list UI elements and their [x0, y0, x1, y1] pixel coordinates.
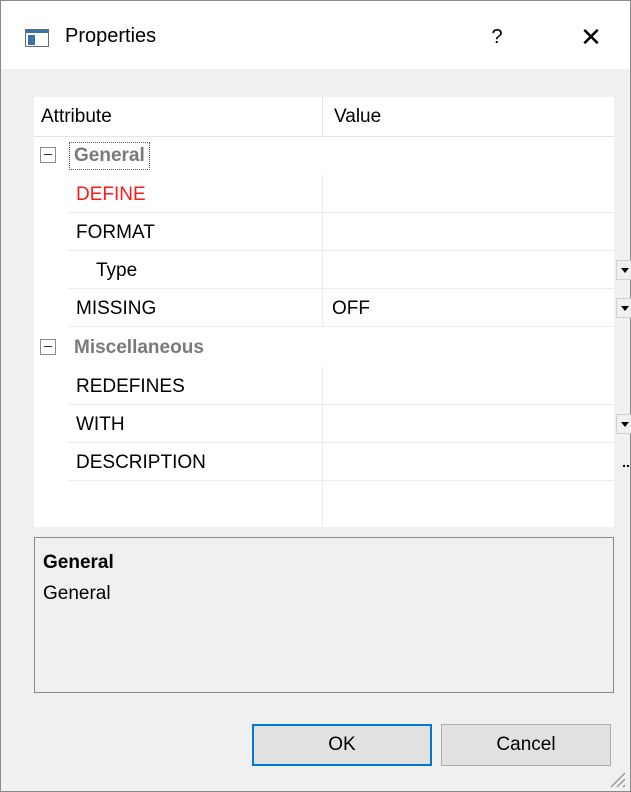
property-name: DEFINE [76, 184, 146, 205]
property-value[interactable]: OFF [332, 298, 370, 320]
column-divider[interactable] [322, 97, 323, 137]
column-header-value[interactable]: Value [334, 106, 381, 128]
grid-header: Attribute Value [34, 97, 614, 137]
property-name: FORMAT [76, 222, 155, 243]
category-label[interactable]: General [69, 142, 150, 170]
window-title: Properties [65, 25, 157, 47]
resize-grip-icon[interactable] [605, 767, 627, 789]
close-button[interactable]: ✕ [561, 15, 621, 59]
property-name: WITH [76, 414, 125, 435]
property-row-redefines[interactable]: REDEFINES [68, 367, 614, 405]
property-row-define[interactable]: DEFINE [68, 175, 614, 213]
help-button[interactable]: ? [469, 15, 525, 59]
property-row-type[interactable]: Type [68, 251, 631, 289]
ok-button[interactable]: OK [252, 724, 432, 766]
dropdown-arrow-icon[interactable] [616, 260, 631, 280]
ellipsis-button[interactable]: ... [616, 455, 631, 475]
properties-dialog: Properties ? ✕ Attribute Value General D… [0, 0, 631, 792]
property-row-description[interactable]: DESCRIPTION ... [68, 443, 631, 481]
description-text: General [43, 583, 111, 604]
property-row-missing[interactable]: MISSING OFF [68, 289, 631, 327]
title-bar[interactable]: Properties ? ✕ [1, 1, 630, 69]
column-header-attribute[interactable]: Attribute [41, 106, 112, 128]
dropdown-arrow-icon[interactable] [616, 414, 631, 434]
cancel-button[interactable]: Cancel [441, 724, 611, 766]
property-name: Type [96, 260, 138, 281]
category-miscellaneous[interactable]: Miscellaneous [34, 329, 614, 367]
description-title: General [43, 552, 114, 573]
property-name: DESCRIPTION [76, 452, 206, 473]
description-panel: General General [34, 537, 614, 693]
collapse-icon[interactable] [40, 147, 56, 163]
category-label[interactable]: Miscellaneous [70, 335, 208, 361]
category-general[interactable]: General [34, 137, 614, 175]
collapse-icon[interactable] [40, 339, 56, 355]
property-grid: Attribute Value General DEFINE FORMAT Ty… [34, 97, 631, 527]
property-name: REDEFINES [76, 376, 185, 397]
property-row-format[interactable]: FORMAT [68, 213, 614, 251]
properties-window-icon [25, 29, 49, 47]
empty-grid-area [34, 481, 614, 527]
property-row-with[interactable]: WITH [68, 405, 631, 443]
dropdown-arrow-icon[interactable] [616, 298, 631, 318]
property-name: MISSING [76, 298, 157, 319]
